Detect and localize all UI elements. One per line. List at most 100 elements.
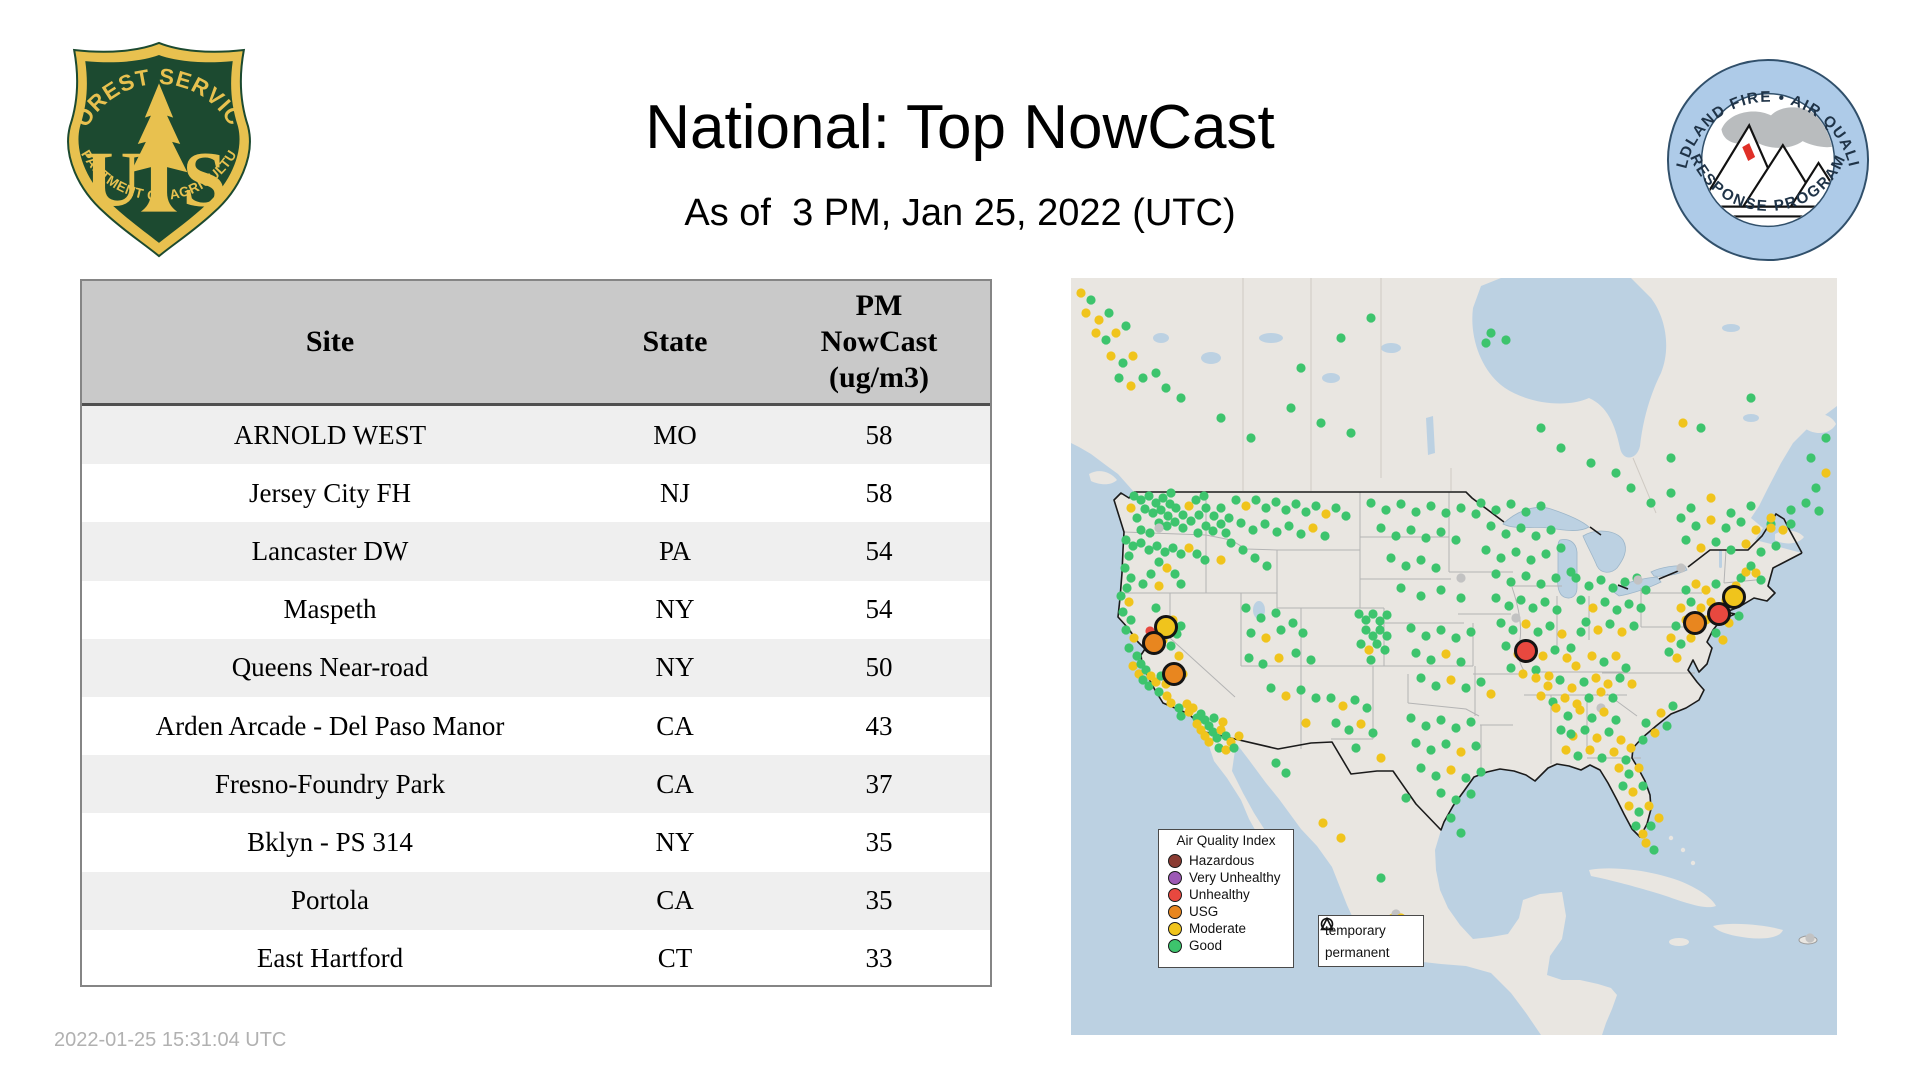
monitor-site-dot — [1162, 563, 1172, 573]
top-site-marker — [1707, 602, 1731, 626]
monitor-site-dot — [1250, 553, 1260, 563]
monitor-site-dot — [1556, 443, 1566, 453]
aqi-legend-items: Hazardous Very Unhealthy Unhealthy USG Moder… — [1159, 852, 1293, 954]
monitor-site-dot — [1192, 549, 1202, 559]
table-row: ARNOLD WEST MO 58 — [82, 406, 990, 465]
monitor-site-dot — [1664, 647, 1674, 657]
monitor-site-dot — [1466, 789, 1476, 799]
wfaqrp-logo: WILDLAND FIRE • AIR QUALITY RESPONSE PRO… — [1656, 43, 1872, 264]
monitor-site-dot — [1261, 633, 1271, 643]
monitor-site-dot — [1501, 641, 1511, 651]
monitor-site-dot — [1551, 573, 1561, 583]
monitor-site-dot — [1231, 495, 1241, 505]
monitor-site-dot — [1366, 498, 1376, 508]
monitor-site-dot — [1701, 585, 1711, 595]
monitor-site-dot — [1382, 610, 1392, 620]
table-header-row: Site State PM NowCast (ug/m3) — [82, 281, 990, 406]
monitor-site-dot — [1296, 685, 1306, 695]
cell-pm-nowcast: 43 — [865, 710, 893, 741]
monitor-site-dot — [1361, 625, 1371, 635]
cell-state: CT — [657, 943, 693, 974]
cell-state: NY — [655, 594, 695, 625]
monitor-site-dot — [1166, 641, 1176, 651]
monitor-site-dot — [1511, 547, 1521, 557]
monitor-site-dot — [1734, 611, 1744, 621]
monitor-site-dot — [1436, 788, 1446, 798]
monitor-site-dot — [1380, 645, 1390, 655]
monitor-site-dot — [1662, 721, 1672, 731]
monitor-site-dot — [1588, 603, 1598, 613]
monitor-site-dot — [1406, 525, 1416, 535]
monitor-site-dot — [1544, 671, 1554, 681]
usfs-logo: FOREST SERVICE U S DEPARTMENT OF AGRICUL… — [50, 19, 260, 262]
monitor-site-dot — [1486, 689, 1496, 699]
monitor-site-dot — [1456, 747, 1466, 757]
monitor-site-dot — [1561, 745, 1571, 755]
monitor-site-dot — [1546, 525, 1556, 535]
monitor-site-dot — [1086, 295, 1096, 305]
monitor-site-dot — [1372, 639, 1382, 649]
monitor-site-dot — [1122, 583, 1132, 593]
monitor-site-dot — [1421, 533, 1431, 543]
cell-pm-nowcast: 37 — [865, 768, 893, 799]
monitor-site-dot — [1238, 545, 1248, 555]
monitor-site-dot — [1560, 693, 1570, 703]
cell-state: NY — [655, 826, 695, 857]
monitor-site-dot — [1756, 547, 1766, 557]
monitor-site-dot — [1271, 497, 1281, 507]
monitor-site-dot — [1368, 609, 1378, 619]
monitor-site-dot — [1628, 787, 1638, 797]
monitor-site-dot — [1600, 597, 1610, 607]
monitor-site-dot — [1411, 738, 1421, 748]
monitor-site-dot — [1666, 488, 1676, 498]
cell-pm-nowcast: 35 — [865, 885, 893, 916]
monitor-site-dot — [1491, 569, 1501, 579]
monitor-site-dot — [1801, 498, 1811, 508]
monitor-site-dot — [1216, 519, 1226, 529]
monitor-site-dot — [1441, 739, 1451, 749]
monitor-site-dot — [1426, 745, 1436, 755]
monitor-site-dot — [1614, 763, 1624, 773]
monitor-site-dot — [1426, 655, 1436, 665]
monitor-site-dot — [1521, 619, 1531, 629]
monitor-site-dot — [1538, 651, 1548, 661]
monitor-site-dot — [1366, 313, 1376, 323]
monitor-site-dot — [1144, 545, 1154, 555]
monitor-site-dot — [1356, 719, 1366, 729]
monitor-site-dot — [1426, 501, 1436, 511]
monitor-site-dot — [1571, 661, 1581, 671]
monitor-site-dot — [1786, 505, 1796, 515]
monitor-site-dot — [1166, 698, 1176, 708]
monitor-site-dot — [1271, 758, 1281, 768]
monitor-site-dot — [1154, 557, 1164, 567]
monitor-site-dot — [1138, 373, 1148, 383]
monitor-site-dot — [1563, 711, 1573, 721]
monitor-site-dot — [1361, 615, 1371, 625]
monitor-site-dot — [1396, 583, 1406, 593]
cell-state: PA — [658, 535, 692, 566]
page-title: National: Top NowCast — [645, 93, 1275, 162]
monitor-site-dot — [1672, 653, 1682, 663]
table-row: Jersey City FH NJ 58 — [82, 464, 990, 522]
monitor-site-dot — [1366, 655, 1376, 665]
monitor-site-dot — [1599, 657, 1609, 667]
cell-state: MO — [653, 419, 697, 450]
monitor-site-dot — [1236, 518, 1246, 528]
monitor-site-dot — [1298, 628, 1308, 638]
monitor-site-dot — [1746, 393, 1756, 403]
aqi-swatch-icon — [1168, 887, 1182, 902]
cell-state: CA — [656, 885, 694, 916]
monitor-site-dot — [1401, 793, 1411, 803]
cell-pm-nowcast: 33 — [865, 943, 893, 974]
monitor-site-dot — [1406, 713, 1416, 723]
monitor-site-dot — [1540, 597, 1550, 607]
monitor-site-dot — [1121, 625, 1131, 635]
cell-site: Jersey City FH — [249, 477, 411, 508]
aqi-legend-item: Good — [1159, 937, 1293, 954]
monitor-site-dot — [1627, 679, 1637, 689]
top-site-marker — [1683, 611, 1707, 635]
monitor-site-dot — [1604, 727, 1614, 737]
monitor-site-dot — [1618, 781, 1628, 791]
monitor-site-dot — [1248, 525, 1258, 535]
monitor-site-dot — [1331, 503, 1341, 513]
